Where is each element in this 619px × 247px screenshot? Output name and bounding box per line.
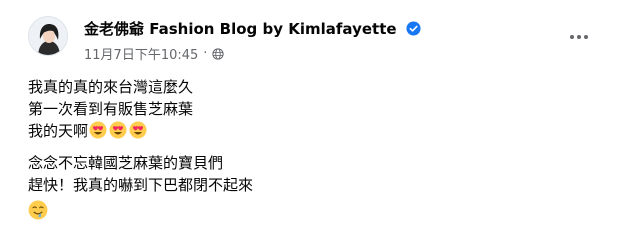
post-text-line: 我的天啊 bbox=[28, 120, 253, 142]
heart-eyes-emoji-icon bbox=[89, 121, 107, 139]
facebook-post: 金老佛爺 Fashion Blog by Kimlafayette 11月7日下… bbox=[0, 0, 619, 247]
more-options-icon bbox=[577, 35, 581, 39]
heart-eyes-emoji-icon bbox=[129, 121, 147, 139]
meta-separator: · bbox=[203, 46, 208, 61]
post-text-line: 念念不忘韓國芝麻葉的寶貝們 bbox=[28, 154, 224, 172]
post-paragraph: 念念不忘韓國芝麻葉的寶貝們 趕快！我真的嚇到下巴都閉不起來 bbox=[28, 152, 253, 220]
globe-icon[interactable] bbox=[212, 47, 225, 60]
author-name-text[interactable]: 金老佛爺 Fashion Blog by Kimlafayette bbox=[84, 20, 397, 38]
heart-eyes-emoji-icon bbox=[109, 121, 127, 139]
post-body: 我真的真的來台灣這麼久 第一次看到有販售芝麻葉 我的天啊 念念不忘韓國芝麻葉的寶… bbox=[28, 76, 253, 230]
post-text-fragment: 我的天啊 bbox=[28, 122, 89, 140]
more-options-button[interactable] bbox=[561, 28, 597, 46]
post-paragraph: 我真的真的來台灣這麼久 第一次看到有販售芝麻葉 我的天啊 bbox=[28, 76, 253, 142]
author-avatar[interactable] bbox=[28, 16, 68, 56]
verified-badge-icon bbox=[406, 21, 421, 36]
post-author-name[interactable]: 金老佛爺 Fashion Blog by Kimlafayette bbox=[84, 18, 421, 39]
more-options-icon bbox=[584, 35, 588, 39]
drooling-face-emoji-icon bbox=[28, 200, 48, 220]
more-options-icon bbox=[570, 35, 574, 39]
post-text-line: 我真的真的來台灣這麼久 bbox=[28, 78, 194, 96]
avatar-portrait bbox=[29, 17, 67, 55]
post-timestamp[interactable]: 11月7日下午10:45 bbox=[84, 44, 198, 63]
emoji-group bbox=[89, 121, 147, 139]
post-text-line: 第一次看到有販售芝麻葉 bbox=[28, 100, 194, 118]
post-text-line: 趕快！我真的嚇到下巴都閉不起來 bbox=[28, 176, 254, 194]
post-meta: 11月7日下午10:45 · bbox=[84, 44, 225, 63]
